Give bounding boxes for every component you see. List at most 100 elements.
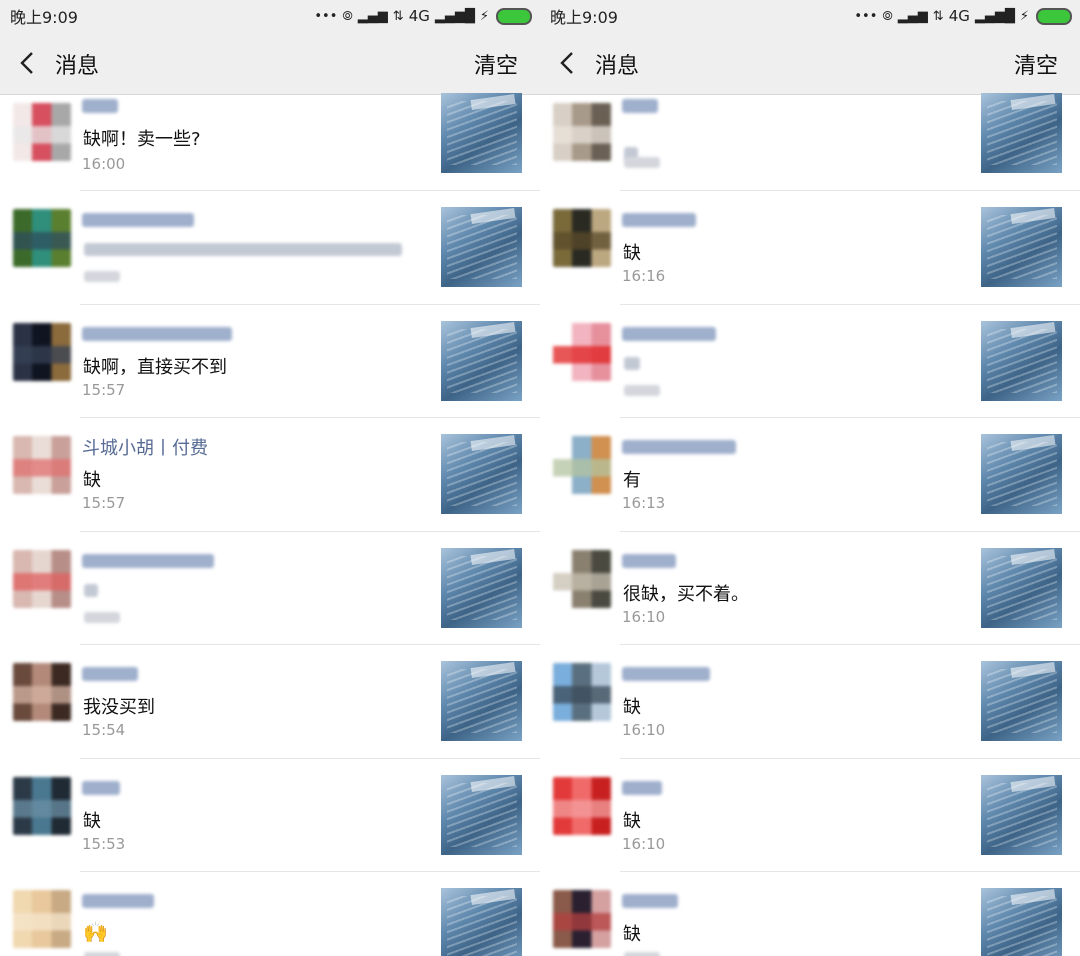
post-thumbnail[interactable] bbox=[981, 93, 1062, 173]
message-time: 15:57 bbox=[82, 494, 126, 512]
post-thumbnail[interactable] bbox=[981, 661, 1062, 741]
avatar[interactable] bbox=[553, 103, 611, 161]
sender-name-redacted bbox=[622, 894, 678, 908]
avatar[interactable] bbox=[13, 663, 71, 721]
message-text: 缺啊！卖一些? bbox=[83, 129, 201, 150]
avatar[interactable] bbox=[553, 663, 611, 721]
avatar[interactable] bbox=[13, 322, 71, 381]
message-text: 很缺，买不着。 bbox=[623, 583, 749, 605]
sender-name-redacted bbox=[622, 99, 658, 113]
avatar[interactable] bbox=[13, 890, 71, 948]
message-item[interactable]: 很缺，买不着。 16:10 bbox=[540, 532, 1080, 646]
message-text-redacted bbox=[84, 583, 98, 597]
message-item[interactable]: 缺啊，直接买不到 15:57 bbox=[0, 305, 540, 419]
avatar[interactable] bbox=[13, 103, 71, 161]
avatar[interactable] bbox=[13, 549, 71, 608]
post-thumbnail[interactable] bbox=[441, 434, 522, 514]
post-thumbnail[interactable] bbox=[981, 888, 1062, 956]
avatar[interactable] bbox=[553, 776, 611, 835]
data-arrows-icon: ⇅ bbox=[932, 8, 944, 24]
message-time-redacted bbox=[84, 611, 120, 623]
message-item[interactable]: 缺 16:10 bbox=[540, 645, 1080, 759]
sender-name-redacted bbox=[82, 667, 138, 681]
avatar[interactable] bbox=[13, 436, 71, 494]
message-item[interactable]: 缺 16:10 bbox=[540, 759, 1080, 873]
sender-name-redacted bbox=[82, 780, 120, 795]
sender-name-redacted bbox=[82, 99, 118, 113]
message-item[interactable]: 缺 bbox=[540, 872, 1080, 956]
back-icon[interactable] bbox=[16, 50, 42, 76]
message-item[interactable] bbox=[540, 305, 1080, 419]
post-thumbnail[interactable] bbox=[441, 661, 522, 741]
message-item[interactable]: 斗城小胡丨付费缺 15:57 bbox=[0, 418, 540, 532]
link-icon: ⦾ bbox=[342, 8, 353, 24]
page-title: 消息 bbox=[55, 54, 100, 79]
post-thumbnail[interactable] bbox=[981, 320, 1062, 401]
message-text-redacted bbox=[624, 356, 640, 370]
message-text: 缺 bbox=[623, 697, 641, 718]
avatar[interactable] bbox=[553, 322, 611, 381]
message-item[interactable]: 有 16:13 bbox=[540, 418, 1080, 532]
post-thumbnail[interactable] bbox=[441, 888, 522, 956]
message-item[interactable]: 我没买到 15:54 bbox=[0, 645, 540, 759]
sender-name-redacted bbox=[622, 213, 696, 227]
status-bar: 晚上9:09 ••• ⦾ ▂▄▆ ⇅ 4G ▂▄▆█ ⚡ bbox=[0, 0, 540, 32]
status-bar: 晚上9:09 ••• ⦾ ▂▄▆ ⇅ 4G ▂▄▆█ ⚡ bbox=[540, 0, 1080, 32]
message-item[interactable]: 缺 15:53 bbox=[0, 759, 540, 873]
avatar[interactable] bbox=[553, 890, 611, 948]
message-item[interactable]: 缺啊！卖一些? 16:00 bbox=[0, 93, 540, 191]
message-text: 缺 bbox=[623, 810, 641, 832]
charging-icon: ⚡ bbox=[479, 8, 489, 24]
post-thumbnail[interactable] bbox=[441, 774, 522, 855]
post-thumbnail[interactable] bbox=[441, 93, 522, 173]
avatar[interactable] bbox=[13, 209, 71, 267]
message-text: 🙌 bbox=[83, 920, 108, 944]
message-text: 缺 bbox=[83, 470, 101, 491]
message-panel-left: 晚上9:09 ••• ⦾ ▂▄▆ ⇅ 4G ▂▄▆█ ⚡ 消息 清空 缺啊！卖一… bbox=[0, 0, 540, 956]
post-thumbnail[interactable] bbox=[441, 320, 522, 401]
avatar[interactable] bbox=[553, 209, 611, 267]
message-list: 缺 16:16 有 16:13 很缺，买不着。 16:10 缺 16:10 缺 16:10 缺 bbox=[540, 93, 1080, 956]
sender-name: 斗城小胡丨付费 bbox=[82, 438, 208, 459]
status-time: 晚上9:09 bbox=[550, 8, 618, 27]
post-thumbnail[interactable] bbox=[441, 547, 522, 628]
avatar[interactable] bbox=[553, 436, 611, 494]
message-item[interactable] bbox=[0, 532, 540, 646]
hd-signal-icon: ▂▄▆ bbox=[357, 8, 388, 24]
clear-button[interactable]: 清空 bbox=[474, 48, 518, 80]
post-thumbnail[interactable] bbox=[441, 207, 522, 287]
post-thumbnail[interactable] bbox=[981, 434, 1062, 514]
message-item[interactable]: 🙌 bbox=[0, 872, 540, 956]
message-item[interactable]: 缺 16:16 bbox=[540, 191, 1080, 305]
message-time: 16:10 bbox=[622, 607, 666, 626]
avatar[interactable] bbox=[553, 549, 611, 608]
battery-icon bbox=[496, 7, 532, 25]
charging-icon: ⚡ bbox=[1019, 8, 1029, 24]
message-item[interactable] bbox=[540, 93, 1080, 191]
message-text-redacted bbox=[84, 243, 402, 256]
sender-name-redacted bbox=[622, 553, 676, 568]
clear-button[interactable]: 清空 bbox=[1014, 48, 1058, 80]
sender-name-redacted bbox=[82, 894, 154, 908]
sender-name-redacted bbox=[622, 667, 710, 681]
back-icon[interactable] bbox=[556, 50, 582, 76]
sender-name-redacted bbox=[622, 326, 716, 341]
avatar[interactable] bbox=[13, 776, 71, 835]
message-list: 缺啊！卖一些? 16:00 缺啊，直接买不到 15:57 斗城小胡丨付费缺 15:57 我没… bbox=[0, 93, 540, 956]
status-icons: ••• ⦾ ▂▄▆ ⇅ 4G ▂▄▆█ ⚡ bbox=[854, 5, 1072, 27]
hd-signal-icon: ▂▄▆ bbox=[897, 8, 928, 24]
battery-icon bbox=[1036, 7, 1072, 25]
sender-name-redacted bbox=[622, 780, 662, 795]
message-item[interactable] bbox=[0, 191, 540, 305]
message-time: 15:54 bbox=[82, 721, 126, 739]
message-time: 16:16 bbox=[622, 267, 666, 285]
nav-bar: 消息 清空 bbox=[0, 32, 540, 95]
message-time-redacted bbox=[624, 384, 660, 396]
post-thumbnail[interactable] bbox=[981, 774, 1062, 855]
post-thumbnail[interactable] bbox=[981, 207, 1062, 287]
message-text: 缺 bbox=[623, 243, 641, 264]
message-time-redacted bbox=[624, 952, 660, 956]
message-time: 16:13 bbox=[622, 494, 666, 512]
post-thumbnail[interactable] bbox=[981, 547, 1062, 628]
message-text: 缺 bbox=[623, 924, 641, 945]
